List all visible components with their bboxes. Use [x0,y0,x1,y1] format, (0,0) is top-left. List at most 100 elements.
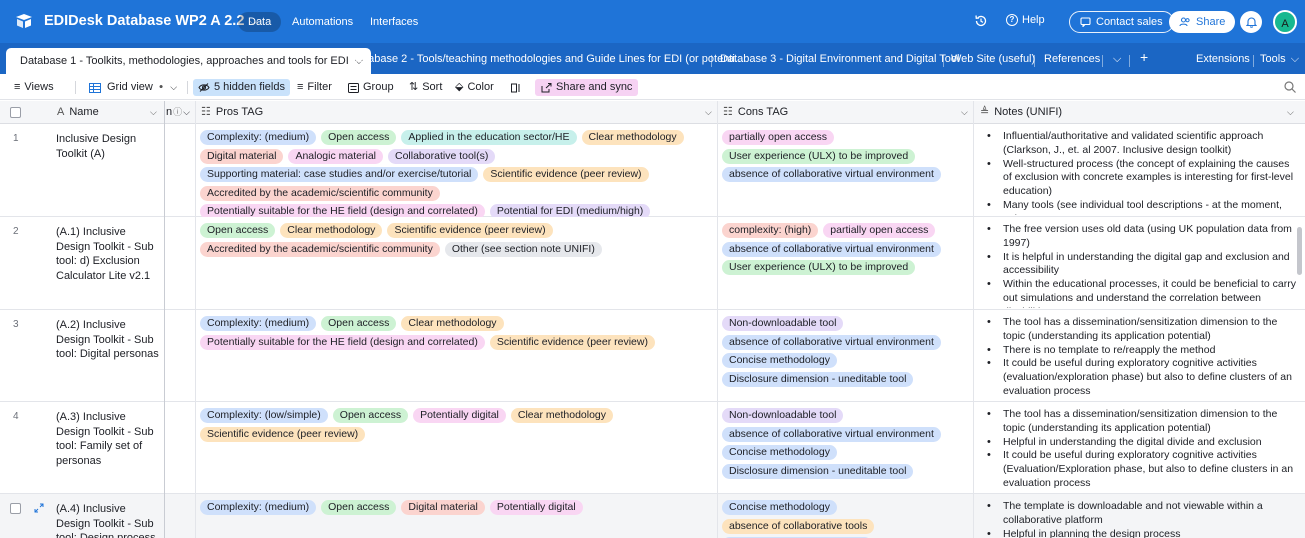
expand-record-icon[interactable] [34,503,44,513]
nav-data[interactable]: Data [238,12,282,32]
cons-tags-cell[interactable]: Non-downloadable tool absence of collabor… [722,316,970,387]
tag-pill: Potentially digital [413,408,506,423]
views-button[interactable]: ≡ Views [14,79,54,96]
history-icon[interactable] [973,13,989,29]
row-checkbox[interactable] [10,503,21,514]
nav-automations[interactable]: Automations [282,12,363,32]
tag-pill: Scientific evidence (peer review) [483,167,649,182]
notes-cell[interactable]: Influential/authoritative and validated … [985,130,1297,215]
select-all-checkbox[interactable] [10,107,21,118]
chevron-down-icon[interactable]: ⌵ [705,101,712,124]
notifications-button[interactable] [1240,11,1262,33]
notes-cell[interactable]: The free version uses old data (using UK… [985,223,1297,308]
color-button[interactable]: ⬙ Color [455,79,494,96]
filter-button[interactable]: ≡ Filter [297,79,332,96]
grid-icon [89,82,101,93]
pros-tags-cell[interactable]: Complexity: (medium) Open access Applied i… [200,130,712,219]
tab-divider [943,55,944,67]
tag-pill: Open access [200,223,276,238]
column-header-pros[interactable]: ☷ Pros TAG [201,101,263,124]
vertical-scrollbar[interactable] [1297,227,1302,275]
tag-pill: Analogic material [288,148,383,164]
long-text-icon: ≜ [980,106,990,118]
avatar[interactable]: A [1273,10,1297,34]
tools-button[interactable]: Tools ⌵ [1260,51,1299,74]
tab-references[interactable]: References [1044,51,1100,74]
notes-cell[interactable]: The template is downloadable and not vie… [985,500,1297,538]
add-table-button[interactable]: + [1140,50,1148,74]
tag-pill: Concise methodology [722,500,837,515]
note-bullet: Influential/authoritative and validated … [985,130,1297,158]
chevron-down-icon[interactable]: ⌵ [150,101,157,124]
pros-tags-cell[interactable]: Open access Clear methodology Scientific e… [200,223,712,257]
share-sync-icon [541,82,552,92]
tag-pill: Other (see section note UNIFI) [444,241,602,257]
tag-pill: complexity: (high) [722,223,819,238]
cons-tags-cell[interactable]: partially open access User experience (UL… [722,130,970,182]
base-title[interactable]: EDIDesk Database WP2 A 2.2 ⌵ [44,13,258,29]
contact-sales-button[interactable]: Contact sales [1069,11,1174,33]
cons-tags-cell[interactable]: complexity: (high) partially open access a… [722,223,970,275]
tag-pill: Potentially digital [489,500,583,515]
chevron-down-icon: ⌵ [170,82,178,92]
nav-interfaces[interactable]: Interfaces [360,12,428,32]
note-bullet: There is no template to re/reapply the m… [985,344,1297,358]
column-divider [717,101,718,538]
tag-pill: Non-downloadable tool [722,316,844,331]
pros-tags-cell[interactable]: Complexity: (low/simple) Open access Poten… [200,408,712,442]
more-tables-chevron-icon[interactable]: ⌵ [1113,51,1121,74]
group-icon [348,82,359,93]
toolbar-divider [187,81,188,94]
tab-database-1[interactable]: Database 1 - Toolkits, methodologies, ap… [6,48,372,74]
record-name[interactable]: Inclusive Design Toolkit (A) [56,132,159,161]
tag-pill: Accredited by the academic/scientific co… [200,241,440,257]
tag-pill: Digital material [200,148,284,164]
row-height-icon[interactable] [511,79,521,96]
cons-tags-cell[interactable]: Non-downloadable tool absence of collabor… [722,408,970,479]
chevron-down-icon[interactable]: ⌵ [961,101,968,124]
view-toolbar: ≡ Views Grid view ꔷ ⌵ 5 hidden fields ≡ Fi… [0,74,1305,100]
frozen-column-divider[interactable] [164,101,165,538]
pros-tags-cell[interactable]: Complexity: (medium) Open access Digital m… [200,500,712,515]
note-bullet: The tool has a dissemination/sensitizati… [985,316,1297,344]
help-icon: ? [1006,14,1018,26]
sort-button[interactable]: ⇅ Sort [409,79,442,96]
pros-tags-cell[interactable]: Complexity: (medium) Open access Clear met… [200,316,712,350]
column-header-hidden[interactable]: nⓘ⌵ [166,101,194,124]
tag-pill: Complexity: (medium) [200,130,317,145]
tag-pill: partially open access [722,130,835,145]
tab-database-3[interactable]: Database 3 - Digital Environment and Dig… [720,51,959,74]
toolbar-divider [75,81,76,94]
search-icon[interactable] [1284,81,1296,93]
note-bullet: Within the educational processes, it cou… [985,278,1297,308]
record-name[interactable]: (A.3) Inclusive Design Toolkit - Sub too… [56,410,159,468]
note-bullet: Helpful in planning the design process [985,528,1297,538]
record-name[interactable]: (A.4) Inclusive Design Toolkit - Sub too… [56,502,159,538]
grid-view-button[interactable]: Grid view ꔷ ⌵ [89,79,177,96]
tab-database-2[interactable]: Database 2 - Tools/teaching methodologie… [351,51,744,74]
cons-tags-cell[interactable]: Concise methodology absence of collaborat… [722,500,970,538]
record-name[interactable]: (A.1) Inclusive Design Toolkit - Sub too… [56,225,159,283]
share-and-sync-button[interactable]: Share and sync [535,79,639,96]
chevron-down-icon[interactable]: ⌵ [1287,101,1294,124]
multiselect-icon: ☷ [201,106,211,118]
notes-cell[interactable]: The tool has a dissemination/sensitizati… [985,316,1297,400]
column-header-cons[interactable]: ☷ Cons TAG [723,101,788,124]
column-header-name[interactable]: A Name [57,101,99,124]
share-button[interactable]: Share [1169,11,1236,33]
group-button[interactable]: Group [348,79,394,96]
multiselect-icon: ☷ [723,106,733,118]
column-header-notes[interactable]: ≜ Notes (UNIFI) [980,101,1062,124]
tag-pill: Supporting material: case studies and/or… [200,167,479,182]
tab-web-site[interactable]: Web Site (useful) [951,51,1035,74]
hidden-fields-button[interactable]: 5 hidden fields [193,79,290,96]
note-bullet: It could be useful during exploratory co… [985,449,1297,490]
help-button[interactable]: ? Help [1006,14,1045,26]
notes-cell[interactable]: The tool has a dissemination/sensitizati… [985,408,1297,492]
record-name[interactable]: (A.2) Inclusive Design Toolkit - Sub too… [56,318,159,362]
row-number: 3 [13,319,19,330]
tab-divider [1129,55,1130,67]
extensions-button[interactable]: Extensions [1196,51,1250,74]
airtable-logo-icon[interactable] [15,13,33,29]
note-bullet: The free version uses old data (using UK… [985,223,1297,251]
